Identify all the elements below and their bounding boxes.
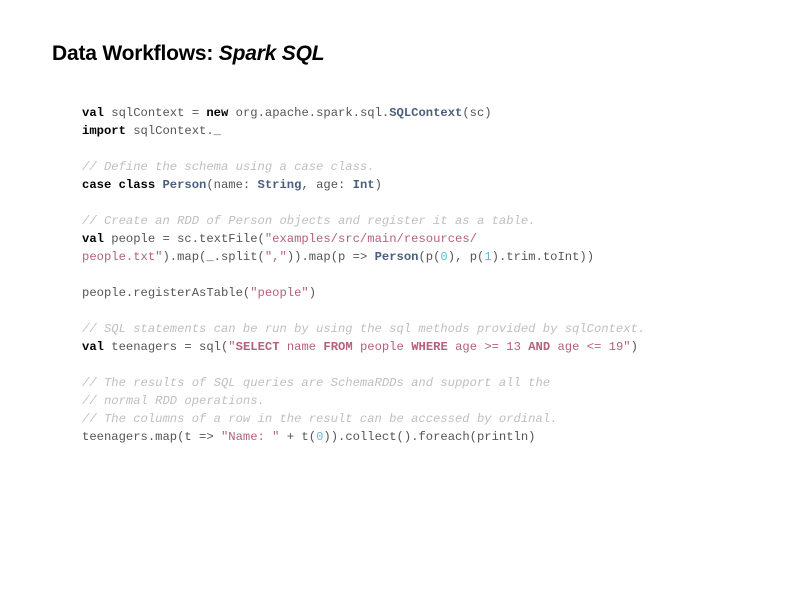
code-token-string: "examples/src/main/resources/: [264, 232, 477, 246]
code-line: val teenagers = sql("SELECT name FROM pe…: [82, 338, 742, 356]
code-token-plain: ).trim.toInt)): [491, 250, 595, 264]
code-token-comment: // normal RDD operations.: [82, 394, 265, 408]
code-token-keyword: val: [82, 232, 104, 246]
code-token-string: ",": [264, 250, 287, 264]
code-line: import sqlContext._: [82, 122, 742, 140]
code-token-sql-keyword: FROM: [323, 340, 353, 354]
code-token-comment: // The columns of a row in the result ca…: [82, 412, 558, 426]
code-line: // The columns of a row in the result ca…: [82, 410, 742, 428]
code-token-number: 0: [440, 250, 448, 264]
code-token-plain: org.apache.spark.sql.: [228, 106, 390, 120]
code-token-plain: teenagers = sql(: [103, 340, 229, 354]
code-token-plain: ), p(: [447, 250, 485, 264]
code-block: val sqlContext = new org.apache.spark.sq…: [82, 104, 742, 446]
code-token-plain: (sc): [462, 106, 492, 120]
code-token-comment: // The results of SQL queries are Schema…: [82, 376, 551, 390]
code-token-sql-keyword: AND: [528, 340, 551, 354]
code-token-keyword: val: [82, 106, 104, 120]
code-line: // Define the schema using a case class.: [82, 158, 742, 176]
code-line: people.txt").map(_.split(",")).map(p => …: [82, 248, 742, 266]
code-token-string: age >= 13: [447, 340, 529, 354]
page-title: Data Workflows: Spark SQL: [52, 42, 325, 66]
code-token-type: Person: [162, 178, 207, 192]
code-token-comment: // Create an RDD of Person objects and r…: [82, 214, 536, 228]
code-line: // SQL statements can be run by using th…: [82, 320, 742, 338]
code-token-plain: ).map(_.split(: [162, 250, 265, 264]
code-token-plain: sqlContext._: [125, 124, 221, 138]
code-token-plain: ): [374, 178, 382, 192]
code-line: // The results of SQL queries are Schema…: [82, 374, 742, 392]
code-token-number: 1: [484, 250, 492, 264]
code-token-type: Person: [374, 250, 419, 264]
page-title-emphasis: Spark SQL: [218, 42, 325, 65]
code-line: val people = sc.textFile("examples/src/m…: [82, 230, 742, 248]
code-token-plain: people.registerAsTable(: [82, 286, 251, 300]
code-token-plain: people = sc.textFile(: [103, 232, 265, 246]
code-token-plain: teenagers.map(t =>: [82, 430, 221, 444]
code-token-comment: // SQL statements can be run by using th…: [82, 322, 646, 336]
code-token-plain: sqlContext =: [103, 106, 207, 120]
code-token-type: String: [257, 178, 302, 192]
code-token-plain: )).collect().foreach(println): [323, 430, 536, 444]
code-token-string: "Name: ": [220, 430, 280, 444]
code-line: // Create an RDD of Person objects and r…: [82, 212, 742, 230]
code-token-type: SQLContext: [389, 106, 463, 120]
code-token-plain: (name:: [206, 178, 258, 192]
code-line: val sqlContext = new org.apache.spark.sq…: [82, 104, 742, 122]
code-token-string: people.txt": [82, 250, 163, 264]
code-token-keyword: import: [82, 124, 126, 138]
code-token-plain: ): [308, 286, 317, 300]
code-token-keyword: new: [206, 106, 229, 120]
code-token-string: people: [352, 340, 412, 354]
code-token-keyword: val: [82, 340, 104, 354]
code-line: case class Person(name: String, age: Int…: [82, 176, 742, 194]
code-token-type: Int: [352, 178, 375, 192]
page-title-main: Data Workflows:: [52, 42, 214, 65]
code-line: teenagers.map(t => "Name: " + t(0)).coll…: [82, 428, 742, 446]
code-token-string: age <= 19": [550, 340, 631, 354]
code-token-keyword: case class: [82, 178, 163, 192]
slide-canvas: Data Workflows: Spark SQL val sqlContext…: [0, 0, 800, 600]
code-token-plain: ): [630, 340, 638, 354]
code-token-string: "people": [250, 286, 309, 300]
code-token-sql-keyword: WHERE: [411, 340, 448, 354]
code-token-plain: , age:: [301, 178, 353, 192]
code-token-comment: // Define the schema using a case class.: [82, 160, 375, 174]
code-line: people.registerAsTable("people"): [82, 284, 742, 302]
code-line: // normal RDD operations.: [82, 392, 742, 410]
code-token-plain: + t(: [279, 430, 317, 444]
code-token-string: ": [228, 340, 236, 354]
code-token-plain: )).map(p =>: [286, 250, 375, 264]
code-token-string: name: [279, 340, 324, 354]
code-token-plain: (p(: [418, 250, 441, 264]
code-token-sql-keyword: SELECT: [235, 340, 280, 354]
